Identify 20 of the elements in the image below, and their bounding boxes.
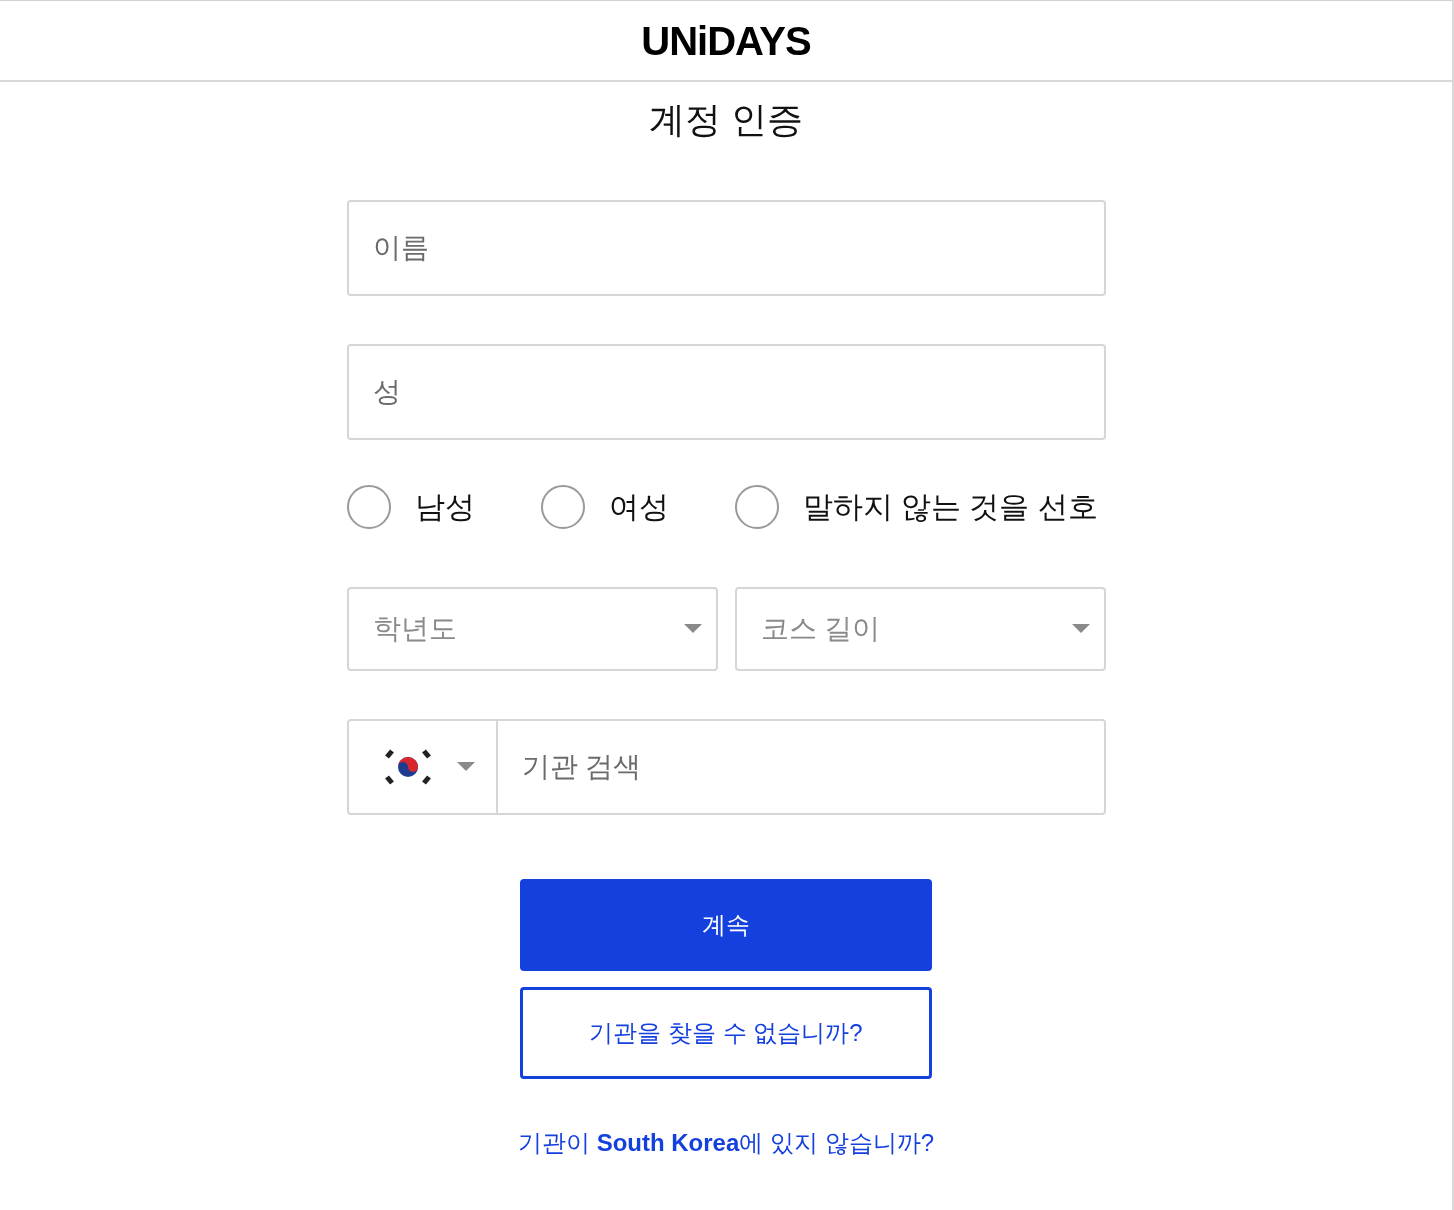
radio-button[interactable] [540,484,585,529]
radio-label: 남성 [414,489,475,525]
text-field[interactable]: 이름 [346,200,1106,296]
footer-link[interactable]: 기관이 South Korea에 있지 않습니까? [517,1125,934,1161]
country-selector[interactable] [346,719,498,815]
dropdown-placeholder: 학년도 [372,612,457,646]
institution-search-field[interactable]: 기관 검색 [497,719,1106,815]
page-title: 계정 인증 [649,98,803,142]
dropdown-placeholder: 코스 길이 [760,612,881,646]
caret-icon [683,624,702,634]
radio-button[interactable] [346,484,391,529]
caret-icon [1071,624,1090,634]
radio-label: 말하지 않는 것을 선호 [802,489,1098,525]
continue-button[interactable]: 계속 [520,879,932,971]
radio-label: 여성 [608,489,669,525]
secondary-button[interactable]: 기관을 찾을 수 없습니까? [520,987,932,1079]
logo[interactable]: UNiDAYS [641,10,811,71]
caret-icon [456,762,475,772]
text-field[interactable]: 성 [346,344,1106,440]
radio-button[interactable] [734,484,779,529]
